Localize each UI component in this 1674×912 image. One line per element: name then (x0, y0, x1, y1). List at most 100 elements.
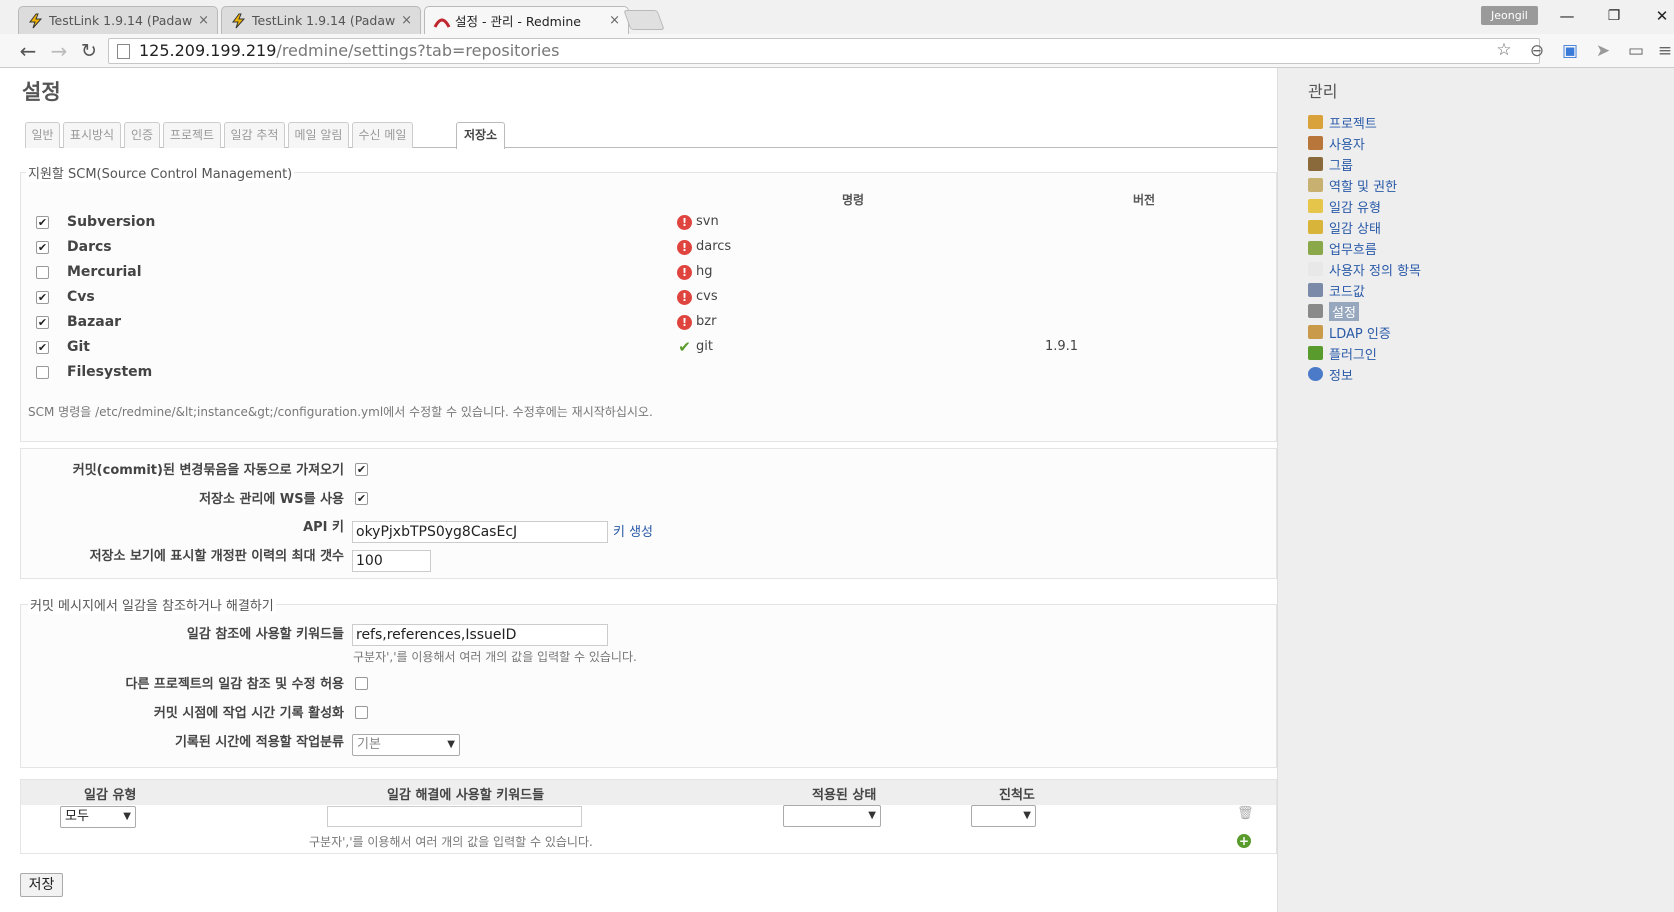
scm-checkbox-subversion[interactable]: ✔ (36, 216, 49, 229)
sidebar-item-trackers[interactable]: 일감 유형 (1308, 196, 1381, 216)
cast-extension-icon[interactable]: ▭ (1625, 39, 1647, 63)
close-icon[interactable]: × (198, 13, 209, 28)
cursor-extension-icon[interactable]: ➤ (1592, 39, 1614, 63)
ws-checkbox[interactable]: ✔ (355, 492, 368, 505)
menu-icon[interactable]: ≡ (1654, 39, 1674, 63)
restore-icon[interactable]: ❐ (1602, 6, 1626, 26)
browser-tab-redmine[interactable]: 설정 - 관리 - Redmine × (424, 6, 629, 34)
add-icon[interactable]: + (1237, 834, 1251, 848)
sidebar-item-issue-statuses[interactable]: 일감 상태 (1308, 217, 1381, 237)
sidebar-item-label: 역할 및 권한 (1329, 179, 1398, 195)
scm-command: hg (696, 264, 713, 279)
tracker-icon (1308, 199, 1323, 213)
tab-projects[interactable]: 프로젝트 (163, 122, 221, 148)
scm-checkbox-darcs[interactable]: ✔ (36, 241, 49, 254)
chevron-down-icon: ▼ (447, 739, 455, 750)
ref-keywords-input[interactable]: refs,references,IssueID (352, 624, 608, 646)
sidebar-item-roles[interactable]: 역할 및 권한 (1308, 175, 1397, 195)
tab-general[interactable]: 일반 (25, 122, 60, 148)
sidebar-item-custom-fields[interactable]: 사용자 정의 항목 (1308, 259, 1421, 279)
error-icon: ! (677, 215, 692, 230)
profile-badge[interactable]: Jeongil (1481, 6, 1538, 25)
translate-extension-icon[interactable]: ▣ (1559, 39, 1581, 63)
tab-authentication[interactable]: 인증 (124, 122, 160, 148)
scm-command: svn (696, 214, 719, 229)
scm-command: bzr (696, 314, 717, 329)
gear-icon (1308, 304, 1323, 318)
sidebar-item-workflows[interactable]: 업무흐름 (1308, 238, 1377, 258)
browser-tab-testlink-2[interactable]: TestLink 1.9.14 (Padawan × (221, 6, 421, 34)
list-icon (1308, 283, 1323, 297)
trash-icon[interactable]: 🗑 (1237, 806, 1254, 821)
status-select[interactable]: ▼ (783, 805, 881, 827)
page-icon (117, 44, 130, 59)
close-icon[interactable]: × (609, 13, 620, 28)
sidebar-item-enumerations[interactable]: 코드값 (1308, 280, 1365, 300)
tab-incoming-mail[interactable]: 수신 메일 (352, 122, 413, 148)
url-host: 125.209.199.219 (139, 41, 277, 60)
fix-separator-note: 구분자','를 이용해서 여러 개의 값을 입력할 수 있습니다. (309, 835, 593, 849)
sidebar-item-groups[interactable]: 그룹 (1308, 154, 1353, 174)
fix-keywords-table (20, 779, 1277, 854)
api-key-input[interactable]: okyPjxbTPS0yg8CasEcJ (352, 521, 608, 543)
fix-keywords-input[interactable] (327, 806, 582, 827)
workflow-icon (1308, 241, 1323, 255)
generate-key-link[interactable]: 키 생성 (613, 521, 653, 540)
scm-checkbox-mercurial[interactable] (36, 266, 49, 279)
sidebar-item-ldap[interactable]: LDAP 인증 (1308, 322, 1391, 342)
max-revisions-input[interactable]: 100 (352, 550, 431, 572)
tab-display[interactable]: 표시방식 (63, 122, 121, 148)
star-icon[interactable]: ☆ (1493, 38, 1515, 62)
sidebar-item-label: 코드값 (1329, 284, 1365, 300)
commit-refs-legend: 커밋 메시지에서 일감을 참조하거나 해결하기 (28, 595, 276, 614)
sidebar-item-plugins[interactable]: 플러그인 (1308, 343, 1377, 363)
sidebar-item-label: 프로젝트 (1329, 116, 1377, 132)
cross-project-checkbox[interactable] (355, 677, 368, 690)
log-time-checkbox[interactable] (355, 706, 368, 719)
scm-checkbox-git[interactable]: ✔ (36, 341, 49, 354)
sidebar-item-settings[interactable]: 설정 (1308, 301, 1359, 321)
sidebar-item-label: 업무흐름 (1329, 242, 1377, 258)
browser-tab-testlink-1[interactable]: TestLink 1.9.14 (Padawan × (18, 6, 218, 34)
scm-checkbox-filesystem[interactable] (36, 366, 49, 379)
sidebar-item-users[interactable]: 사용자 (1308, 133, 1365, 153)
scm-checkbox-cvs[interactable]: ✔ (36, 291, 49, 304)
sidebar-item-label: 플러그인 (1329, 347, 1377, 363)
scm-checkbox-bazaar[interactable]: ✔ (36, 316, 49, 329)
testlink-favicon-icon (230, 13, 248, 29)
scm-fieldset (20, 172, 1277, 442)
tab-issue-tracking[interactable]: 일감 추적 (224, 122, 285, 148)
activity-label: 기록된 시간에 적용할 작업분류 (174, 735, 344, 750)
scm-command: git (696, 339, 713, 354)
url-input[interactable]: 125.209.199.219/redmine/settings?tab=rep… (108, 38, 1540, 64)
new-tab-button[interactable] (623, 10, 665, 30)
info-icon (1308, 367, 1323, 381)
sync-extension-icon[interactable]: ⊖ (1526, 39, 1548, 63)
activity-select[interactable]: 기본 ▼ (352, 734, 460, 756)
sidebar-item-info[interactable]: 정보 (1308, 364, 1353, 384)
sidebar-item-projects[interactable]: 프로젝트 (1308, 112, 1377, 132)
close-icon[interactable]: × (401, 13, 412, 28)
done-ratio-select[interactable]: ▼ (971, 805, 1036, 827)
error-icon: ! (677, 240, 692, 255)
sidebar-title: 관리 (1308, 82, 1338, 101)
activity-select-value: 기본 (357, 737, 381, 752)
error-icon: ! (677, 315, 692, 330)
browser-chrome: TestLink 1.9.14 (Padawan × TestLink 1.9.… (0, 0, 1674, 34)
tracker-select-value: 모두 (65, 809, 89, 824)
scm-row-filesystem: Filesystem (36, 364, 1236, 382)
forward-icon[interactable]: → (47, 39, 71, 63)
tab-repositories[interactable]: 저장소 (456, 122, 505, 149)
sidebar-item-label: 일감 상태 (1329, 221, 1381, 237)
tracker-select[interactable]: 모두 ▼ (60, 806, 136, 828)
tab-notifications[interactable]: 메일 알림 (288, 122, 349, 148)
scm-row-bazaar: ✔ Bazaar ! bzr (36, 314, 1236, 332)
column-header-command: 명령 (842, 193, 865, 207)
back-icon[interactable]: ← (16, 39, 40, 63)
reload-icon[interactable]: ↻ (77, 39, 101, 63)
sidebar-item-label: 정보 (1329, 368, 1353, 384)
close-window-icon[interactable]: ✕ (1650, 6, 1674, 26)
autofetch-checkbox[interactable]: ✔ (355, 463, 368, 476)
minimize-icon[interactable]: — (1555, 6, 1579, 26)
save-button[interactable]: 저장 (20, 873, 63, 897)
